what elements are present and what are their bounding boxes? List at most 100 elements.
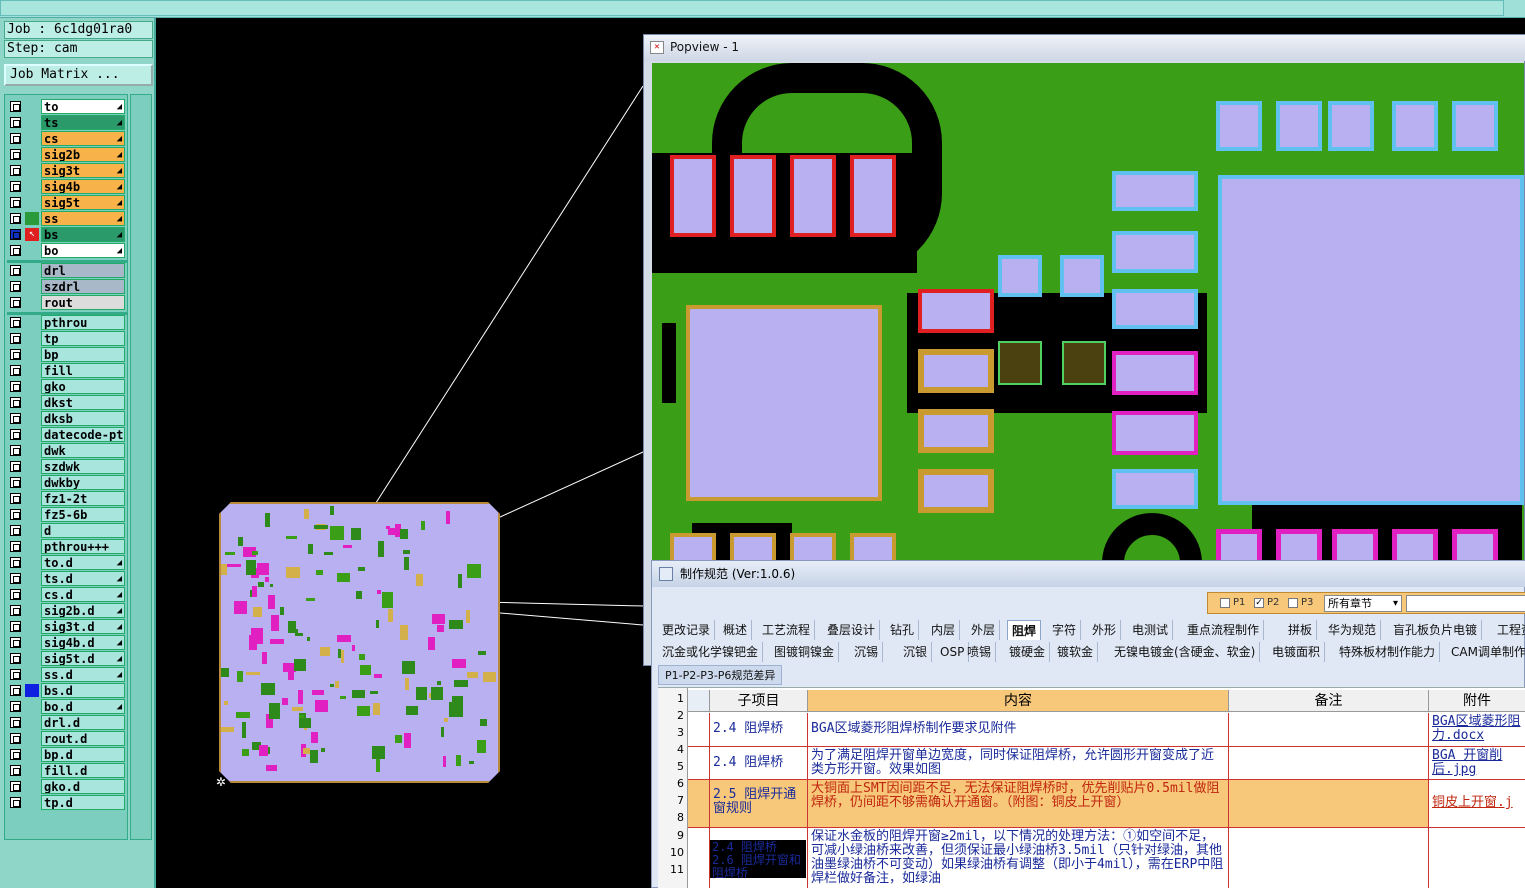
selected-pad [998, 341, 1042, 385]
tab-r1-10[interactable]: 电测试 [1128, 620, 1174, 640]
cell-attach[interactable] [1429, 828, 1525, 888]
row-number: 10 [670, 846, 684, 859]
tab-r1-9[interactable]: 外形 [1088, 620, 1122, 640]
board-feature [259, 745, 268, 756]
tab-r1-4[interactable]: 钻孔 [886, 620, 920, 640]
tab-r1-12[interactable]: 拼板 [1284, 620, 1318, 640]
popview-title: Popview - 1 [644, 35, 1525, 61]
smd-pad [1328, 101, 1374, 151]
tab-r2-5[interactable]: 喷锡 [963, 642, 997, 662]
tab-r2-10[interactable]: 特殊板材制作能力 [1335, 642, 1441, 662]
p2-checkbox[interactable]: ✓ [1254, 598, 1264, 608]
row-selector[interactable] [688, 780, 710, 828]
board-feature [404, 557, 409, 570]
board-feature [330, 684, 334, 687]
row-selector[interactable] [688, 747, 710, 780]
tab-r1-2[interactable]: 工艺流程 [758, 620, 816, 640]
select-all-corner[interactable] [688, 690, 710, 712]
board-feature [416, 687, 427, 700]
board-feature [338, 649, 341, 658]
row-number: 11 [670, 863, 684, 876]
board-feature [478, 651, 486, 655]
cell-attach[interactable]: BGA 开窗削后.jpg [1429, 747, 1525, 780]
chapter-select[interactable]: 所有章节 [1324, 595, 1402, 612]
board-feature [432, 614, 445, 624]
board-feature [234, 601, 247, 614]
cell-attach[interactable]: 铜皮上开窗.j [1429, 780, 1525, 828]
tab-r1-3[interactable]: 叠层设计 [823, 620, 881, 640]
cell-content[interactable]: 为了满足阻焊开窗单边宽度，同时保证阻焊桥，允许圆形开窗变成了近类方形开窗。效果如… [808, 747, 1229, 780]
tab-r1-15[interactable]: 工程资 [1493, 620, 1525, 640]
tab-r1-6[interactable]: 外层 [967, 620, 1001, 640]
cell-content[interactable]: 保证水金板的阻焊开窗≥2mil，以下情况的处理方法：①如空间不足，可减小绿油桥来… [808, 828, 1229, 888]
tab-r1-13[interactable]: 华为规范 [1324, 620, 1382, 640]
p1-label: P1 [1233, 597, 1246, 608]
board-feature [452, 696, 463, 704]
board-feature [441, 727, 444, 737]
board-feature [373, 703, 380, 715]
board-feature [303, 748, 310, 754]
attachment-link[interactable]: BGA 开窗削后.jpg [1432, 748, 1502, 777]
spec-table: 1 2 3 4 5 6 7 8 9 10 11 子项目 内容 备注 附件 2.4 阻焊桥 BGA区域… [658, 687, 1525, 888]
tab-r1-7[interactable]: 阻焊 [1007, 620, 1042, 640]
tab-spec-diff[interactable]: P1-P2-P3-P6规范差异 [658, 665, 783, 685]
cell-content[interactable]: 大铜面上SMT因间距不足，无法保证阻焊桥时，优先削贴片0.5mil做阻焊桥，仍间… [808, 780, 1229, 828]
p1-checkbox[interactable] [1220, 598, 1230, 608]
row-number: 1 [677, 692, 684, 705]
cell-item[interactable]: 2.5 阻焊开通窗规则 [710, 780, 808, 828]
board-feature [376, 759, 380, 772]
tab-r2-9[interactable]: 电镀面积 [1268, 642, 1326, 662]
cell-remark[interactable] [1229, 713, 1429, 747]
attachment-link[interactable]: BGA区域菱形阻力.docx [1432, 714, 1520, 743]
cell-remark[interactable] [1229, 780, 1429, 828]
smd-pad [1276, 101, 1322, 151]
board-feature [280, 607, 284, 615]
cell-item[interactable]: 2.4 阻焊桥 [710, 713, 808, 747]
attachment-link[interactable]: 铜皮上开窗.j [1432, 795, 1513, 810]
tab-r1-8[interactable]: 字符 [1048, 620, 1082, 640]
search-input[interactable] [1406, 595, 1525, 612]
board-feature [449, 702, 463, 717]
board-feature [467, 564, 481, 578]
cell-remark[interactable] [1229, 828, 1429, 888]
cell-item[interactable]: 2.4 阻焊桥 2.6 阻焊开窗和阻焊桥 [710, 828, 808, 888]
board-feature [469, 761, 474, 764]
board-feature [246, 672, 260, 675]
tab-r1-5[interactable]: 内层 [927, 620, 961, 640]
board-feature [341, 650, 344, 663]
p3-checkbox[interactable] [1288, 598, 1298, 608]
header-attach: 附件 [1429, 690, 1525, 712]
board-feature [330, 506, 334, 515]
pcb-board-overview[interactable] [219, 502, 500, 783]
tab-r2-6[interactable]: 镀硬金 [1005, 642, 1051, 662]
cell-remark[interactable] [1229, 747, 1429, 780]
tab-r2-2[interactable]: 沉锡 [850, 642, 884, 662]
tab-r1-1[interactable]: 概述 [719, 620, 753, 640]
row-selector[interactable] [688, 828, 710, 888]
board-feature [335, 681, 339, 688]
tab-r2-8[interactable]: 无镍电镀金(含硬金、软金) [1110, 642, 1261, 662]
tab-r2-7[interactable]: 镀软金 [1053, 642, 1099, 662]
spec-window[interactable]: 制作规范 (Ver:1.0.6) P1 ✓ P2 P3 所有章节 更改记录概述工… [651, 560, 1525, 888]
board-feature [288, 621, 296, 632]
board-feature [351, 528, 361, 540]
board-feature [378, 541, 384, 557]
tab-r2-3[interactable]: 沉银 [899, 642, 933, 662]
cell-item[interactable]: 2.4 阻焊桥 [710, 747, 808, 780]
board-feature [431, 687, 443, 700]
smd-pad [918, 469, 994, 513]
board-feature [358, 567, 365, 571]
row-number: 9 [677, 829, 684, 842]
tab-r1-14[interactable]: 盲孔板负片电镀 [1389, 620, 1483, 640]
tab-r2-11[interactable]: CAM调单制作 [1447, 642, 1525, 662]
cell-attach[interactable]: BGA区域菱形阻力.docx [1429, 713, 1525, 747]
board-feature [458, 574, 462, 588]
board-feature [376, 620, 379, 628]
board-feature [449, 620, 463, 629]
cell-content[interactable]: BGA区域菱形阻焊桥制作要求见附件 [808, 713, 1229, 747]
tab-r1-0[interactable]: 更改记录 [658, 620, 716, 640]
tab-r2-0[interactable]: 沉金或化学镍钯金 [658, 642, 764, 662]
tab-r1-11[interactable]: 重点流程制作 [1183, 620, 1265, 640]
tab-r2-1[interactable]: 图镀铜镍金 [770, 642, 840, 662]
row-selector[interactable] [688, 713, 710, 747]
